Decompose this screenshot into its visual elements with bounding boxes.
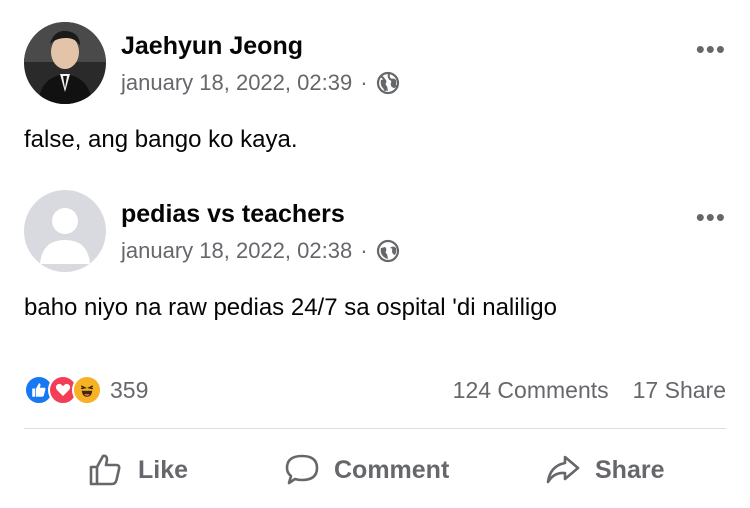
share-arrow-icon bbox=[546, 455, 580, 484]
more-options-button[interactable]: ••• bbox=[696, 36, 726, 62]
action-bar: Like Comment Share bbox=[0, 447, 750, 493]
post-timestamp[interactable]: january 18, 2022, 02:39 bbox=[121, 70, 352, 96]
share-label: Share bbox=[595, 455, 665, 484]
shares-count-link[interactable]: 17 Share bbox=[633, 377, 726, 404]
like-button[interactable]: Like bbox=[88, 452, 188, 488]
reaction-icons bbox=[24, 375, 102, 405]
meta-separator: · bbox=[360, 70, 368, 95]
avatar-photo bbox=[24, 22, 106, 104]
avatar[interactable] bbox=[24, 22, 106, 104]
engagement-counts: 124 Comments 17 Share bbox=[453, 377, 726, 404]
post-author[interactable]: pedias vs teachers bbox=[121, 200, 345, 229]
thumbs-up-icon bbox=[89, 454, 121, 486]
haha-reaction-icon bbox=[72, 375, 102, 405]
globe-icon bbox=[376, 239, 399, 263]
more-options-button[interactable]: ••• bbox=[696, 204, 726, 230]
post-author[interactable]: Jaehyun Jeong bbox=[121, 32, 303, 61]
comment-button[interactable]: Comment bbox=[284, 452, 449, 488]
meta-separator: · bbox=[360, 238, 368, 263]
reactions-summary[interactable]: 359 bbox=[24, 375, 148, 405]
comments-count-link[interactable]: 124 Comments bbox=[453, 377, 609, 404]
reaction-count: 359 bbox=[110, 376, 149, 403]
divider bbox=[24, 428, 726, 429]
globe-icon bbox=[376, 71, 399, 95]
share-button[interactable]: Share bbox=[545, 452, 664, 488]
post-text: false, ang bango ko kaya. bbox=[24, 126, 298, 153]
post-timestamp[interactable]: january 18, 2022, 02:38 bbox=[121, 238, 352, 264]
avatar[interactable] bbox=[24, 190, 106, 272]
post-meta: january 18, 2022, 02:39 · bbox=[121, 70, 400, 96]
post-text: baho niyo na raw pedias 24/7 sa ospital … bbox=[24, 294, 557, 321]
post-meta: january 18, 2022, 02:38 · bbox=[121, 238, 400, 264]
comment-bubble-icon bbox=[285, 454, 319, 485]
comment-label: Comment bbox=[334, 455, 450, 484]
like-label: Like bbox=[138, 455, 189, 484]
default-avatar-icon bbox=[24, 190, 106, 272]
reaction-stats: 359 124 Comments 17 Share bbox=[24, 372, 726, 408]
